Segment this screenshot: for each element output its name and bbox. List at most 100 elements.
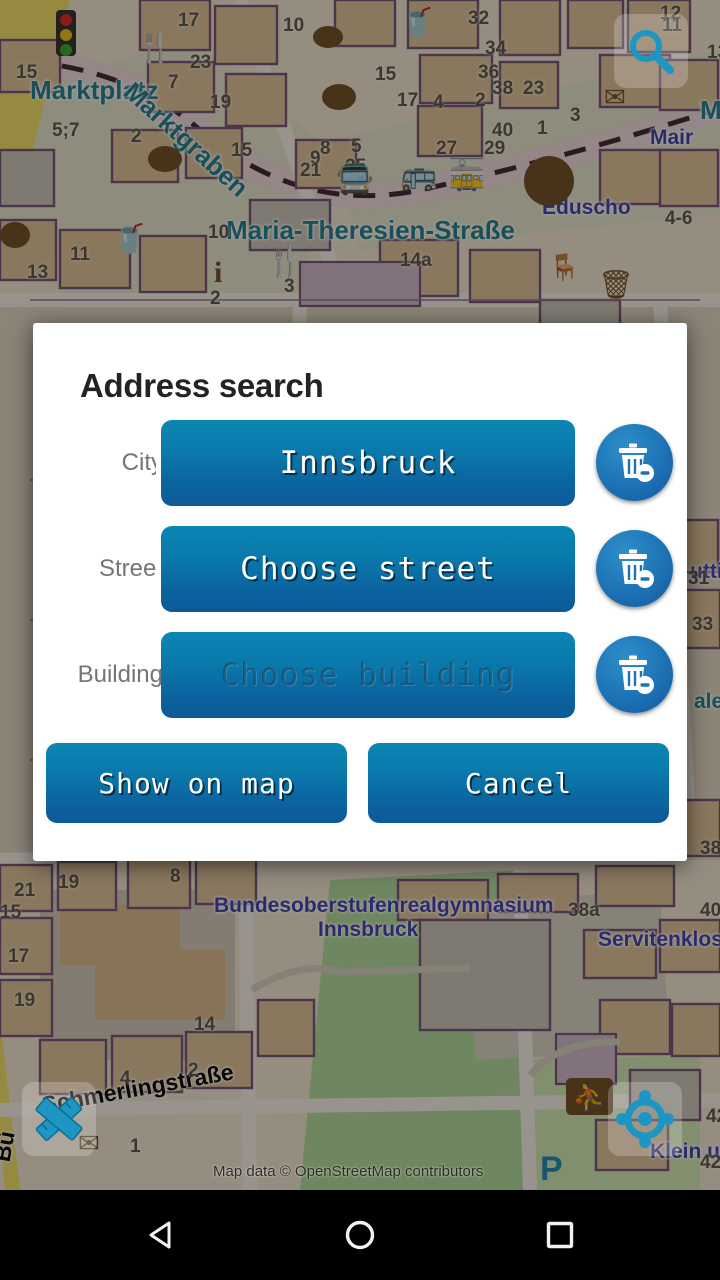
- clear-building-button[interactable]: [596, 636, 673, 713]
- map-house-number: 38: [492, 78, 514, 99]
- clear-street-button[interactable]: [596, 530, 673, 607]
- map-house-number: 34: [485, 38, 507, 59]
- bus-stop-icon: 🚌: [400, 159, 438, 192]
- restaurant-icon: 🍴: [266, 245, 304, 278]
- search-icon-glyph: [630, 30, 674, 74]
- my-location-glyph: [616, 1090, 674, 1148]
- city-select-button[interactable]: Innsbruck: [161, 420, 575, 506]
- trash-minus-icon: [618, 655, 654, 694]
- cafe-cup-icon: [322, 84, 356, 110]
- android-navigation-bar: [0, 1190, 720, 1280]
- field-label-building: Building: [77, 661, 163, 688]
- recents-square-glyph: [546, 1221, 574, 1249]
- traffic-signal-red: [60, 14, 72, 26]
- map-attribution: Map data © OpenStreetMap contributors: [213, 1163, 484, 1180]
- show-on-map-wrap: Show on map: [41, 738, 352, 828]
- map-house-number: 32: [468, 8, 490, 29]
- dialog-title: Address search: [80, 367, 324, 404]
- recents-square-icon[interactable]: [480, 1190, 640, 1280]
- map-house-number: 15: [16, 62, 38, 83]
- map-house-number: 2: [475, 90, 486, 111]
- map-house-number: 13: [707, 42, 720, 63]
- field-label-city: City: [121, 449, 163, 476]
- map-house-number: 8: [320, 138, 331, 159]
- map-house-number: 15: [231, 140, 253, 161]
- search-icon[interactable]: [614, 14, 688, 88]
- map-house-number: 40: [700, 900, 720, 921]
- address-search-dialog: Address search City Innsbruck Street Cho…: [33, 323, 687, 861]
- street-select-button[interactable]: Choose street: [161, 526, 575, 612]
- map-house-number: 31: [688, 568, 710, 589]
- fastfood-icon: 🥤: [112, 223, 147, 254]
- restaurant-icon: 🍴: [136, 31, 174, 64]
- map-house-number: 33: [692, 614, 714, 635]
- clear-city-button[interactable]: [596, 424, 673, 501]
- my-location-icon[interactable]: [608, 1082, 682, 1156]
- map-label: Servitenkloste: [598, 928, 720, 951]
- back-triangle-icon[interactable]: [82, 1190, 242, 1280]
- map-house-number: 3: [284, 276, 295, 297]
- map-house-number: 10: [208, 222, 230, 243]
- map-house-number: 27: [436, 138, 458, 159]
- map-house-number: 38a: [568, 900, 600, 921]
- map-house-number: 13: [27, 262, 49, 283]
- map-house-number: 8: [170, 866, 181, 887]
- map-label: ale: [694, 690, 720, 713]
- field-wrap-city: Innsbruck: [156, 415, 580, 511]
- map-house-number: 5: [351, 136, 362, 157]
- map-house-number: 2: [210, 288, 221, 309]
- field-row-building: Building Choose building: [33, 625, 687, 725]
- map-house-number: 42: [700, 1152, 720, 1173]
- measure-ruler-icon[interactable]: [22, 1082, 96, 1156]
- bus-stop-icon: 🚍: [336, 163, 374, 196]
- parking-icon: P: [540, 1150, 563, 1188]
- map-house-number: 10: [283, 15, 305, 36]
- bench-icon: 🪑: [548, 252, 581, 282]
- field-row-street: Street Choose street: [33, 519, 687, 619]
- map-house-number: 17: [397, 90, 419, 111]
- measure-ruler-glyph: [35, 1097, 83, 1141]
- map-house-number: 5;7: [52, 120, 80, 141]
- map-house-number: 19: [210, 92, 232, 113]
- home-circle-glyph: [345, 1220, 375, 1250]
- phone-screen: Marktplatz Marktgraben Maria-Theresien-Str…: [0, 0, 720, 1280]
- cafe-cup-icon: [0, 222, 30, 248]
- map-house-number: 21: [300, 160, 322, 181]
- playground-icon: ⛹: [566, 1078, 613, 1115]
- home-circle-icon[interactable]: [280, 1190, 440, 1280]
- dialog-action-row: Show on map Cancel: [41, 733, 679, 833]
- map-house-number: 7: [168, 72, 179, 93]
- map-house-number: 1: [130, 1136, 141, 1157]
- trash-minus-icon: [618, 549, 654, 588]
- cancel-button[interactable]: Cancel: [368, 743, 669, 823]
- map-house-number: 38: [700, 838, 720, 859]
- map-label: Mair: [650, 126, 694, 149]
- map-label: M: [700, 95, 720, 125]
- map-label: Maria-Theresien-Straße: [226, 215, 515, 245]
- drinking-water-icon: [524, 156, 574, 206]
- map-house-number: 15: [0, 902, 22, 923]
- field-wrap-building: Choose building: [156, 627, 580, 723]
- trash-minus-icon: [618, 443, 654, 482]
- map-house-number: 23: [523, 78, 545, 99]
- map-house-number: 11: [70, 244, 91, 265]
- cafe-cup-icon: [148, 146, 182, 172]
- tram-stop-icon: 🚋: [448, 159, 486, 192]
- map-label: Bundesoberstufenrealgymnasium: [214, 894, 554, 917]
- map-house-number: 1: [537, 118, 548, 139]
- map-house-number: 2: [188, 1060, 199, 1081]
- map-house-number: 3: [570, 105, 581, 126]
- cafe-cup-icon: [313, 26, 343, 48]
- back-triangle-glyph: [149, 1221, 171, 1249]
- waste-basket-icon: 🗑: [598, 269, 634, 300]
- map-label: Innsbruck: [318, 918, 419, 941]
- map-house-number: 23: [190, 52, 212, 73]
- fastfood-icon: 🥤: [400, 7, 435, 38]
- map-house-number: 17: [178, 10, 200, 31]
- show-on-map-button[interactable]: Show on map: [46, 743, 347, 823]
- cancel-wrap: Cancel: [363, 738, 674, 828]
- building-select-button: Choose building: [161, 632, 575, 718]
- field-wrap-street: Choose street: [156, 521, 580, 617]
- map-house-number: 42: [706, 1106, 720, 1127]
- information-icon: i: [214, 256, 223, 289]
